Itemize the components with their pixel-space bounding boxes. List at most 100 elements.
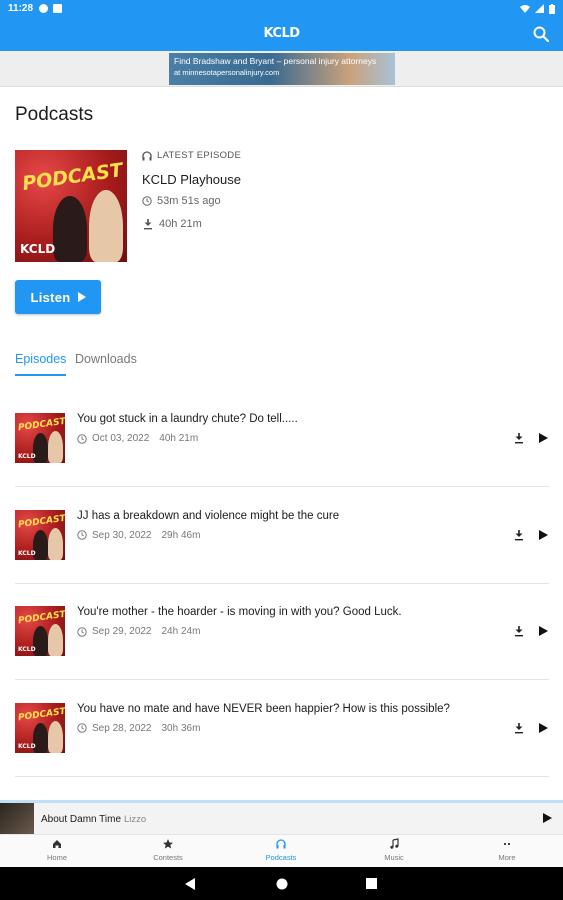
recents-icon[interactable] <box>366 878 377 889</box>
artwork-logo: KCLD <box>20 242 56 256</box>
clock-icon <box>77 530 87 540</box>
wifi-icon <box>520 5 530 13</box>
play-icon[interactable] <box>537 722 549 734</box>
page-title: Podcasts <box>15 104 94 125</box>
download-icon[interactable] <box>513 529 525 541</box>
episode-meta: Sep 30, 2022 29h 46m <box>77 530 200 541</box>
now-playing-artwork <box>0 803 34 834</box>
latest-episode-ago-text: 53m 51s ago <box>157 195 221 207</box>
nav-contests-label: Contests <box>153 853 183 862</box>
row-divider <box>15 486 549 487</box>
artwork-logo: KCLD <box>18 742 36 750</box>
artwork-logo: KCLD <box>18 646 36 653</box>
episode-artwork: PODCAST KCLD <box>15 509 65 560</box>
nav-music[interactable]: Music <box>354 837 434 862</box>
latest-episode-name: KCLD Playhouse <box>142 172 241 187</box>
play-icon <box>77 292 86 302</box>
episode-row[interactable]: PODCAST KCLD You're mother - the hoarder -… <box>0 585 563 681</box>
artwork-host-2 <box>48 527 63 560</box>
latest-episode-duration-text: 40h 21m <box>159 218 202 230</box>
episode-row[interactable]: PODCAST KCLD You got stuck in a laundry ch… <box>0 392 563 488</box>
clock-icon <box>77 723 87 733</box>
app-bar: KCLD <box>0 17 563 51</box>
search-icon[interactable] <box>531 24 551 44</box>
episode-meta: Sep 29, 2022 24h 24m <box>77 626 200 637</box>
station-logo: KCLD <box>263 26 300 41</box>
download-icon[interactable] <box>513 625 525 637</box>
row-divider <box>15 582 549 584</box>
download-icon[interactable] <box>513 722 525 734</box>
home-icon <box>53 840 61 848</box>
battery-icon <box>549 3 555 14</box>
headphones-icon <box>276 839 286 849</box>
artwork-host-2 <box>48 431 63 463</box>
artwork-wordmark: PODCAST <box>17 609 65 627</box>
tab-episodes[interactable]: Episodes <box>15 352 66 366</box>
play-icon[interactable] <box>537 432 549 444</box>
more-icon <box>503 842 511 846</box>
episode-row[interactable]: PODCAST KCLD You have no mate and have NEV… <box>0 682 563 778</box>
podcast-artwork: PODCAST KCLD <box>15 150 127 262</box>
artwork-wordmark: PODCAST <box>17 706 65 723</box>
episode-date: Sep 29, 2022 <box>92 626 152 637</box>
artwork-wordmark: PODCAST <box>20 158 124 195</box>
nav-contests[interactable]: Contests <box>128 837 208 862</box>
now-playing-artist: Lizzo <box>124 814 147 825</box>
row-divider <box>15 775 549 777</box>
status-bar: 11:28 <box>0 0 563 17</box>
home-circle-icon[interactable] <box>276 878 288 890</box>
notification-icon-2 <box>53 4 63 13</box>
download-icon <box>144 219 152 230</box>
episode-artwork: PODCAST KCLD <box>15 702 65 753</box>
bottom-nav: Home Contests Podcasts Music More <box>0 834 563 867</box>
nav-home[interactable]: Home <box>17 837 97 862</box>
artwork-host-1 <box>53 196 87 262</box>
nav-podcasts[interactable]: Podcasts <box>241 837 321 862</box>
episode-duration: 24h 24m <box>161 626 201 637</box>
mini-play-icon[interactable] <box>541 812 553 824</box>
episode-title: You're mother - the hoarder - is moving … <box>77 606 402 618</box>
mini-player[interactable]: About Damn Time Lizzo <box>0 800 563 834</box>
episode-title: You got stuck in a laundry chute? Do tel… <box>77 413 298 425</box>
notification-icon <box>39 4 49 13</box>
nav-more[interactable]: More <box>467 837 547 862</box>
episode-meta: Sep 28, 2022 30h 36m <box>77 723 200 734</box>
back-icon[interactable] <box>185 878 196 890</box>
clock-icon <box>77 626 87 637</box>
now-playing-title: About Damn Time <box>41 814 122 825</box>
episode-date: Sep 28, 2022 <box>92 722 152 734</box>
active-tab-indicator <box>15 374 66 376</box>
listen-button[interactable]: Listen <box>15 280 101 314</box>
system-nav-bar <box>0 867 563 900</box>
music-note-icon <box>390 838 399 849</box>
artwork-logo: KCLD <box>18 549 36 557</box>
ad-bar: Find Bradshaw and Bryant – personal inju… <box>0 51 563 87</box>
artwork-wordmark: PODCAST <box>17 416 65 434</box>
episode-title: You have no mate and have NEVER been hap… <box>77 702 450 715</box>
download-icon[interactable] <box>513 432 525 444</box>
latest-episode-ago: 53m 51s ago <box>142 195 221 207</box>
latest-episode-label: LATEST EPISODE <box>142 150 241 161</box>
star-icon <box>163 839 173 849</box>
artwork-host-2 <box>48 624 63 656</box>
cell-signal-icon <box>535 4 544 13</box>
tab-downloads[interactable]: Downloads <box>75 352 137 366</box>
row-divider <box>15 679 549 680</box>
status-time: 11:28 <box>8 3 34 14</box>
clock-icon <box>142 196 152 206</box>
nav-podcasts-label: Podcasts <box>265 853 297 862</box>
latest-episode-duration: 40h 21m <box>142 218 202 230</box>
episode-date: Oct 03, 2022 <box>92 433 150 444</box>
episode-date: Sep 30, 2022 <box>92 529 152 541</box>
episode-duration: 30h 36m <box>161 722 201 734</box>
play-icon[interactable] <box>537 529 549 541</box>
latest-episode-text: LATEST EPISODE <box>157 150 242 161</box>
nav-more-label: More <box>498 853 516 862</box>
episode-row[interactable]: PODCAST KCLD JJ has a breakdown and violen… <box>0 489 563 585</box>
artwork-host-2 <box>89 190 123 262</box>
ad-banner[interactable]: Find Bradshaw and Bryant – personal inju… <box>169 53 395 85</box>
play-icon[interactable] <box>537 625 549 637</box>
headphones-icon <box>142 150 152 160</box>
episode-artwork: PODCAST KCLD <box>15 606 65 656</box>
artwork-logo: KCLD <box>18 453 36 460</box>
